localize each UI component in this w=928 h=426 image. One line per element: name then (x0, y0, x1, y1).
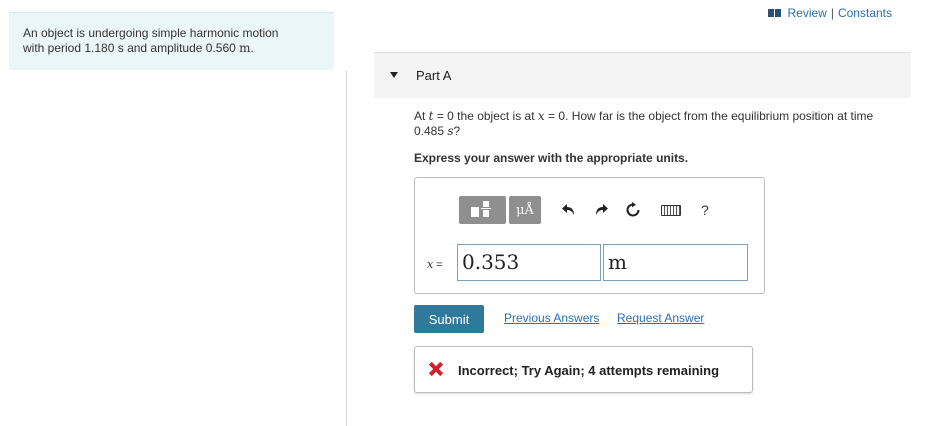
problem-line-2: with period 1.180 s and amplitude 0.560 … (23, 41, 254, 55)
keyboard-icon[interactable] (661, 204, 681, 216)
units-button[interactable]: μÅ (509, 196, 541, 224)
previous-answers-link[interactable]: Previous Answers (504, 311, 599, 325)
feedback-box: Incorrect; Try Again; 4 attempts remaini… (414, 346, 753, 393)
math-toolbar: μÅ ? (459, 195, 709, 225)
answer-value-input[interactable]: 0.353 (457, 244, 601, 281)
link-separator: | (830, 6, 834, 20)
problem-line-1: An object is undergoing simple harmonic … (23, 26, 279, 40)
problem-statement: An object is undergoing simple harmonic … (9, 12, 334, 70)
redo-icon[interactable] (593, 202, 609, 218)
review-link[interactable]: Review (787, 6, 826, 20)
answer-unit-input[interactable]: m (603, 244, 748, 281)
part-title: Part A (416, 68, 452, 83)
templates-button[interactable] (459, 196, 506, 224)
constants-link[interactable]: Constants (838, 6, 892, 20)
error-x-icon (429, 362, 443, 376)
templates-icon (459, 196, 506, 224)
answer-box: μÅ ? x = 0.353 m (414, 177, 765, 294)
part-header[interactable]: Part A (374, 52, 911, 98)
feedback-message: Incorrect; Try Again; 4 attempts remaini… (458, 363, 720, 378)
question-text: At t = 0 the object is at x = 0. How far… (414, 109, 874, 138)
reset-icon[interactable] (625, 202, 641, 218)
request-answer-link[interactable]: Request Answer (617, 311, 704, 325)
amplitude-unit: m (239, 41, 251, 55)
instruction: Express your answer with the appropriate… (414, 151, 689, 165)
help-icon[interactable]: ? (701, 202, 709, 218)
undo-icon[interactable] (561, 202, 577, 218)
book-icon (768, 8, 782, 18)
vertical-divider (346, 71, 347, 426)
caret-down-icon[interactable] (390, 72, 398, 78)
answer-variable-label: x = (427, 258, 443, 271)
top-links: Review | Constants (768, 6, 892, 20)
submit-button[interactable]: Submit (414, 305, 484, 333)
